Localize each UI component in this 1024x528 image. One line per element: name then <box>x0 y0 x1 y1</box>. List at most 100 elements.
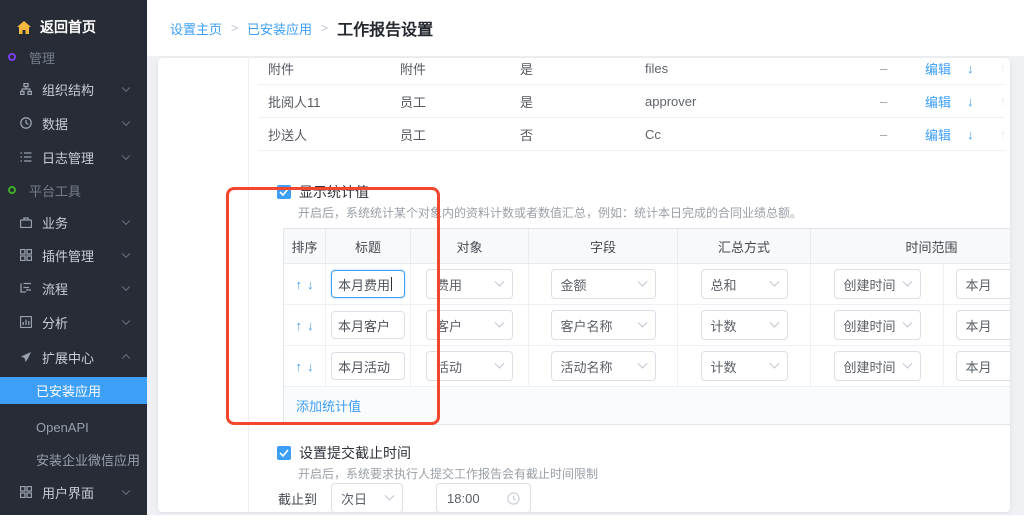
sidebar-item-extension-center[interactable]: 扩展中心 <box>0 345 147 369</box>
move-down-icon[interactable]: ↓ <box>307 359 314 374</box>
chevron-down-icon <box>385 490 395 500</box>
deadline-description: 开启后，系统要求执行人提交工作报告会有截止时间限制 <box>298 465 598 482</box>
move-down-icon[interactable]: ↓ <box>967 61 1000 76</box>
statistics-row: ↑ ↓ 本月费用 费用 金额 总和 创建时间 本月 <box>284 264 1010 305</box>
chevron-down-icon <box>769 276 779 286</box>
deadline-label: 设置提交截止时间 <box>299 443 411 463</box>
move-up-icon[interactable]: ↑ <box>296 318 303 333</box>
sort-cell: ↑ ↓ <box>284 305 326 345</box>
sidebar-item-label: 安装企业微信应用 <box>36 450 140 469</box>
sidebar-item-log-management[interactable]: 日志管理 <box>0 145 147 169</box>
time-field-select[interactable]: 创建时间 <box>834 269 921 299</box>
edit-link[interactable]: 编辑 <box>925 59 967 78</box>
sidebar-item-data[interactable]: 数据 <box>0 111 147 135</box>
chevron-down-icon <box>637 276 647 286</box>
move-down-icon[interactable]: ↓ <box>967 127 1000 142</box>
field-type: 附件 <box>400 59 520 78</box>
sidebar-item-label: 用户界面 <box>42 483 94 502</box>
move-up-icon[interactable]: ↑ <box>296 359 303 374</box>
title-input[interactable]: 本月客户 <box>331 311 405 339</box>
sidebar-item-install-wecom-app[interactable]: 安装企业微信应用 <box>0 447 147 471</box>
sidebar-item-label: 扩展中心 <box>42 348 94 367</box>
sidebar-item-label: 插件管理 <box>42 246 94 265</box>
move-down-icon[interactable]: ↓ <box>967 94 1000 109</box>
table-row: 附件 附件 是 files – 编辑 ↓ ↑ <box>258 58 1005 85</box>
table-row: 抄送人 员工 否 Cc – 编辑 ↓ ↑ <box>258 118 1005 151</box>
field-select[interactable]: 活动名称 <box>551 351 656 381</box>
column-header-sort: 排序 <box>284 229 326 263</box>
move-up-icon: ↑ <box>1000 94 1006 108</box>
field-select[interactable]: 金额 <box>551 269 656 299</box>
title-input[interactable]: 本月活动 <box>331 352 405 380</box>
method-select[interactable]: 总和 <box>701 269 788 299</box>
move-up-icon[interactable]: ↑ <box>296 277 303 292</box>
column-header-object: 对象 <box>411 229 529 263</box>
sidebar-item-label: 数据 <box>42 114 68 133</box>
sidebar-item-flow[interactable]: 流程 <box>0 276 147 300</box>
sidebar-item-label: OpenAPI <box>36 420 89 435</box>
rocket-icon <box>19 350 33 364</box>
column-header-title: 标题 <box>326 229 411 263</box>
chevron-down-icon <box>902 276 912 286</box>
field-select[interactable]: 客户名称 <box>551 310 656 340</box>
chevron-down-icon <box>769 358 779 368</box>
sidebar-item-home[interactable]: 返回首页 <box>0 12 147 42</box>
chevron-down-icon <box>495 358 505 368</box>
time-range-select[interactable]: 本月 <box>956 269 1011 299</box>
field-key: approver <box>645 94 880 109</box>
move-down-icon[interactable]: ↓ <box>307 277 314 292</box>
breadcrumb-link-settings-home[interactable]: 设置主页 <box>170 19 222 38</box>
sidebar-item-label: 业务 <box>42 213 68 232</box>
sidebar-item-business[interactable]: 业务 <box>0 210 147 234</box>
bar-chart-icon <box>19 315 33 329</box>
method-select[interactable]: 计数 <box>701 351 788 381</box>
field-extra: – <box>880 94 925 109</box>
object-select[interactable]: 客户 <box>426 310 513 340</box>
org-structure-icon <box>19 82 33 96</box>
time-range-select[interactable]: 本月 <box>956 351 1011 381</box>
chevron-up-icon <box>122 354 130 362</box>
chevron-down-icon <box>122 217 130 225</box>
checkbox-checked-icon[interactable] <box>277 185 291 199</box>
edit-link[interactable]: 编辑 <box>925 92 967 111</box>
checkbox-checked-icon[interactable] <box>277 446 291 460</box>
chevron-down-icon <box>637 358 647 368</box>
app-window: 返回首页 管理 组织结构 数据 日志管理 <box>0 0 1024 515</box>
breadcrumb-separator: > <box>231 21 238 35</box>
sidebar-item-user-interface[interactable]: 用户界面 <box>0 480 147 504</box>
breadcrumb-link-installed-apps[interactable]: 已安装应用 <box>247 19 312 38</box>
method-select[interactable]: 计数 <box>701 310 788 340</box>
add-statistic-link[interactable]: 添加统计值 <box>296 396 361 415</box>
edit-link[interactable]: 编辑 <box>925 125 967 144</box>
time-field-select[interactable]: 创建时间 <box>834 351 921 381</box>
deadline-time-input[interactable]: 18:00 <box>436 483 531 512</box>
grid-icon <box>19 248 33 262</box>
chevron-down-icon <box>122 84 130 92</box>
title-input[interactable]: 本月费用 <box>331 270 405 298</box>
sidebar-item-label: 已安装应用 <box>36 381 101 400</box>
field-type: 员工 <box>400 92 520 111</box>
text-caret <box>391 277 392 291</box>
field-name: 批阅人11 <box>268 92 400 111</box>
move-down-icon[interactable]: ↓ <box>307 318 314 333</box>
sidebar-item-org-structure[interactable]: 组织结构 <box>0 77 147 101</box>
column-header-method: 汇总方式 <box>678 229 811 263</box>
statistics-row: ↑ ↓ 本月客户 客户 客户名称 计数 创建时间 本月 <box>284 305 1010 346</box>
sort-cell: ↑ ↓ <box>284 346 326 386</box>
field-required: 否 <box>520 125 645 144</box>
time-range-select[interactable]: 本月 <box>956 310 1011 340</box>
flow-icon <box>19 281 33 295</box>
page-title: 工作报告设置 <box>337 16 433 40</box>
object-select[interactable]: 费用 <box>426 269 513 299</box>
data-clock-icon <box>19 116 33 130</box>
object-select[interactable]: 活动 <box>426 351 513 381</box>
field-extra: – <box>880 61 925 76</box>
time-field-select[interactable]: 创建时间 <box>834 310 921 340</box>
chevron-down-icon <box>902 358 912 368</box>
sidebar-item-installed-apps[interactable]: 已安装应用 <box>0 377 147 404</box>
sidebar-item-analysis[interactable]: 分析 <box>0 310 147 334</box>
sidebar-item-openapi[interactable]: OpenAPI <box>0 415 147 439</box>
sidebar-item-plugin-management[interactable]: 插件管理 <box>0 243 147 267</box>
statistics-table: 排序 标题 对象 字段 汇总方式 时间范围 ↑ ↓ 本月费用 费用 金额 总和 … <box>283 228 1010 425</box>
deadline-day-select[interactable]: 次日 <box>331 483 403 512</box>
